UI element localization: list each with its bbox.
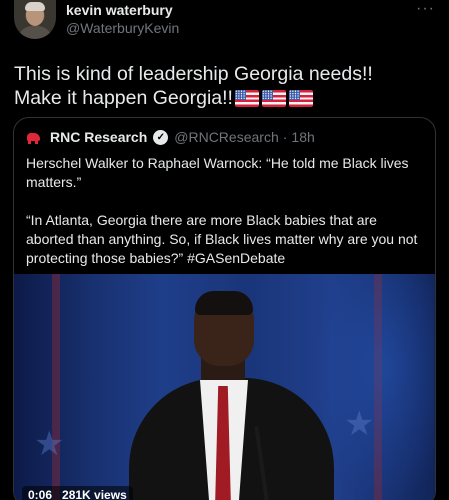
rnc-elephant-icon: [26, 130, 42, 145]
tweet-line-1: This is kind of leadership Georgia needs…: [14, 63, 373, 85]
quoted-tweet-text: Herschel Walker to Raphael Warnock: “He …: [26, 155, 418, 266]
author-handle[interactable]: @WaterburyKevin: [66, 20, 179, 36]
more-options-icon[interactable]: ···: [416, 0, 435, 18]
quoted-author-handle[interactable]: @RNCResearch: [174, 129, 278, 145]
quoted-tweet-card[interactable]: RNC Research ✓ @RNCResearch · 18h Hersch…: [13, 117, 436, 500]
avatar[interactable]: [14, 0, 56, 39]
avatar-body: [18, 26, 52, 39]
tweet-line-2: Make it happen Georgia!!: [14, 87, 233, 109]
star-decoration-icon: ★: [344, 405, 375, 443]
video-views: 281K views: [62, 488, 127, 500]
quoted-timestamp[interactable]: 18h: [291, 129, 314, 145]
video-info-overlay: 0:06 281K views: [22, 486, 133, 500]
video-duration: 0:06: [28, 488, 53, 500]
tweet-text: This is kind of leadership Georgia needs…: [14, 62, 434, 110]
video-player[interactable]: ★ ★ 0:06 281K views: [14, 274, 435, 500]
backdrop-stripe: [52, 274, 60, 500]
star-decoration-icon: ★: [34, 425, 65, 463]
avatar-hair: [25, 2, 45, 11]
quoted-tweet-header: RNC Research ✓ @RNCResearch · 18h: [26, 129, 315, 145]
author-name[interactable]: kevin waterbury: [66, 2, 173, 18]
us-flag-icon: [261, 90, 286, 107]
speaker-hair: [195, 291, 253, 315]
us-flag-icon: [234, 90, 259, 107]
quoted-author-name[interactable]: RNC Research: [50, 129, 147, 145]
us-flag-icon: [288, 90, 313, 107]
verified-badge-icon: ✓: [153, 129, 169, 145]
us-flag-emojis: [234, 90, 313, 107]
separator-dot: ·: [282, 129, 288, 145]
